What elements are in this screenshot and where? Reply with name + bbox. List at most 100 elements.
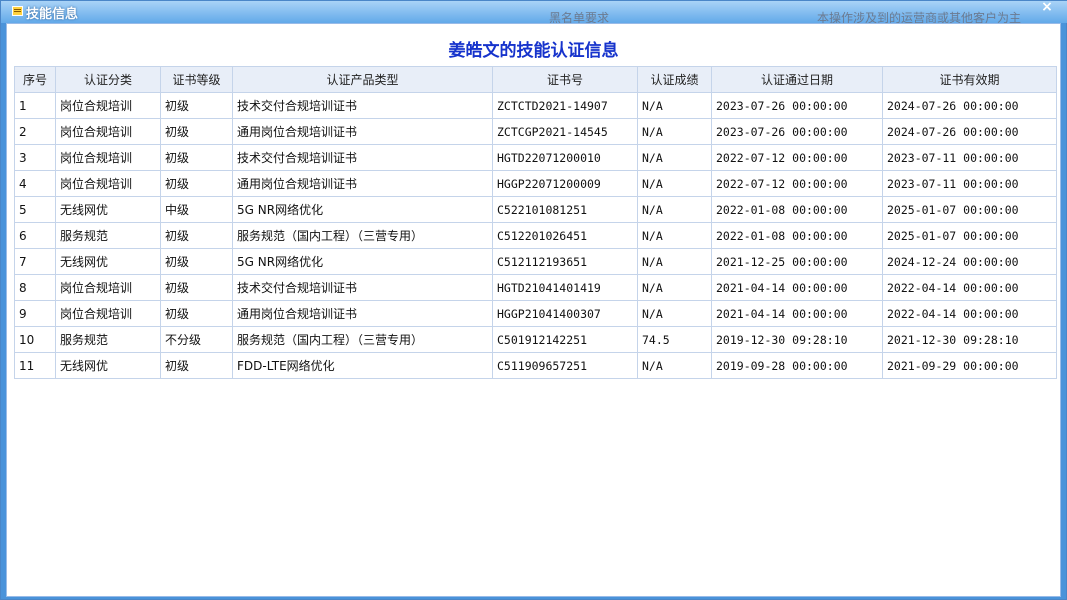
table-cell: 技术交付合规培训证书	[232, 92, 493, 119]
table-row[interactable]: 8 岗位合规培训 初级 技术交付合规培训证书 HGTD21041401419 N/A 202…	[14, 274, 1057, 301]
table-cell: 岗位合规培训	[55, 144, 161, 171]
table-cell: 服务规范	[55, 326, 161, 353]
column-header: 序号	[14, 66, 56, 93]
table-cell: HGTD22071200010	[492, 144, 638, 171]
table-cell: 3	[14, 144, 56, 171]
table-cell: 技术交付合规培训证书	[232, 144, 493, 171]
window-icon	[12, 6, 23, 16]
table-cell: N/A	[637, 222, 712, 249]
table-row[interactable]: 9 岗位合规培训 初级 通用岗位合规培训证书 HGGP21041400307 N/A 202…	[14, 300, 1057, 327]
table-cell: N/A	[637, 92, 712, 119]
table-cell: C512201026451	[492, 222, 638, 249]
table-cell: N/A	[637, 300, 712, 327]
table-cell: FDD-LTE网络优化	[232, 352, 493, 379]
table-cell: 岗位合规培训	[55, 92, 161, 119]
table-cell: C511909657251	[492, 352, 638, 379]
table-cell: 初级	[160, 222, 233, 249]
table-cell: 8	[14, 274, 56, 301]
table-row[interactable]: 7 无线网优 初级 5G NR网络优化 C512112193651 N/A 2021-12-…	[14, 248, 1057, 275]
table-cell: 初级	[160, 352, 233, 379]
table-cell: N/A	[637, 144, 712, 171]
table-cell: HGGP21041400307	[492, 300, 638, 327]
table-cell: 1	[14, 92, 56, 119]
table-cell: 通用岗位合规培训证书	[232, 170, 493, 197]
table-cell: 2023-07-11 00:00:00	[882, 144, 1057, 171]
table-cell: 无线网优	[55, 248, 161, 275]
table-cell: 2023-07-11 00:00:00	[882, 170, 1057, 197]
column-header: 认证通过日期	[711, 66, 883, 93]
table-cell: 2025-01-07 00:00:00	[882, 222, 1057, 249]
table-cell: 6	[14, 222, 56, 249]
table-cell: N/A	[637, 352, 712, 379]
dialog-title: 技能信息	[26, 7, 79, 22]
table-cell: 2022-07-12 00:00:00	[711, 144, 883, 171]
table-row[interactable]: 3 岗位合规培训 初级 技术交付合规培训证书 HGTD22071200010 N/A 202…	[14, 144, 1057, 171]
table-row[interactable]: 5 无线网优 中级 5G NR网络优化 C522101081251 N/A 2022-01-…	[14, 196, 1057, 223]
table-cell: 通用岗位合规培训证书	[232, 300, 493, 327]
table-body: 1 岗位合规培训 初级 技术交付合规培训证书 ZCTCTD2021-14907 N/A 20…	[14, 92, 1057, 379]
table-cell: 2025-01-07 00:00:00	[882, 196, 1057, 223]
table-cell: 4	[14, 170, 56, 197]
certification-table: 序号 认证分类 证书等级 认证产品类型 证书号 认证成绩 认证通过日期 证书有效期 1 岗位合规…	[14, 66, 1057, 379]
table-row[interactable]: 1 岗位合规培训 初级 技术交付合规培训证书 ZCTCTD2021-14907 N/A 20…	[14, 92, 1057, 119]
table-cell: 初级	[160, 300, 233, 327]
table-cell: 2022-01-08 00:00:00	[711, 196, 883, 223]
table-cell: 岗位合规培训	[55, 274, 161, 301]
table-cell: N/A	[637, 274, 712, 301]
table-cell: 岗位合规培训	[55, 118, 161, 145]
table-cell: ZCTCGP2021-14545	[492, 118, 638, 145]
table-cell: N/A	[637, 196, 712, 223]
table-row[interactable]: 2 岗位合规培训 初级 通用岗位合规培训证书 ZCTCGP2021-14545 N/A 20…	[14, 118, 1057, 145]
table-cell: 2021-04-14 00:00:00	[711, 300, 883, 327]
table-cell: N/A	[637, 118, 712, 145]
table-cell: 74.5	[637, 326, 712, 353]
table-cell: 初级	[160, 118, 233, 145]
table-row[interactable]: 11 无线网优 初级 FDD-LTE网络优化 C511909657251 N/A 2019-…	[14, 352, 1057, 379]
table-cell: 2023-07-26 00:00:00	[711, 118, 883, 145]
table-header-row: 序号 认证分类 证书等级 认证产品类型 证书号 认证成绩 认证通过日期 证书有效期	[14, 66, 1057, 93]
column-header: 证书号	[492, 66, 638, 93]
dialog-content: 姜皓文的技能认证信息 序号 认证分类 证书等级 认证产品类型 证书号 认证成绩 认证通过日期…	[6, 23, 1061, 597]
table-cell: 服务规范	[55, 222, 161, 249]
table-cell: 10	[14, 326, 56, 353]
table-cell: C522101081251	[492, 196, 638, 223]
table-cell: 无线网优	[55, 196, 161, 223]
column-header: 认证成绩	[637, 66, 712, 93]
table-cell: 2022-07-12 00:00:00	[711, 170, 883, 197]
table-cell: 2021-12-25 00:00:00	[711, 248, 883, 275]
table-cell: 通用岗位合规培训证书	[232, 118, 493, 145]
table-cell: 岗位合规培训	[55, 300, 161, 327]
table-cell: 初级	[160, 144, 233, 171]
table-cell: C512112193651	[492, 248, 638, 275]
table-cell: 技术交付合规培训证书	[232, 274, 493, 301]
table-cell: 无线网优	[55, 352, 161, 379]
table-cell: 2022-04-14 00:00:00	[882, 300, 1057, 327]
table-cell: N/A	[637, 248, 712, 275]
table-cell: 初级	[160, 170, 233, 197]
table-cell: 2021-09-29 00:00:00	[882, 352, 1057, 379]
table-row[interactable]: 6 服务规范 初级 服务规范（国内工程）（三营专用） C512201026451 N/A 2…	[14, 222, 1057, 249]
table-cell: 2019-12-30 09:28:10	[711, 326, 883, 353]
table-cell: 初级	[160, 248, 233, 275]
table-cell: 2024-07-26 00:00:00	[882, 92, 1057, 119]
column-header: 证书等级	[160, 66, 233, 93]
table-cell: 5	[14, 196, 56, 223]
table-cell: 5G NR网络优化	[232, 196, 493, 223]
table-cell: 2021-04-14 00:00:00	[711, 274, 883, 301]
table-row[interactable]: 10 服务规范 不分级 服务规范（国内工程）（三营专用） C501912142251 74…	[14, 326, 1057, 353]
table-cell: 初级	[160, 274, 233, 301]
table-cell: 9	[14, 300, 56, 327]
close-button[interactable]: ×	[1038, 0, 1056, 15]
dialog-window: 技能信息 × 黑名单要求 本操作涉及到的运营商或其他客户为主 姜皓文的技能认证信…	[0, 0, 1067, 600]
table-cell: 不分级	[160, 326, 233, 353]
table-cell: 初级	[160, 92, 233, 119]
table-cell: 2023-07-26 00:00:00	[711, 92, 883, 119]
table-cell: N/A	[637, 170, 712, 197]
table-cell: C501912142251	[492, 326, 638, 353]
column-header: 证书有效期	[882, 66, 1057, 93]
table-cell: 2022-01-08 00:00:00	[711, 222, 883, 249]
table-cell: 2	[14, 118, 56, 145]
table-cell: 2024-12-24 00:00:00	[882, 248, 1057, 275]
table-row[interactable]: 4 岗位合规培训 初级 通用岗位合规培训证书 HGGP22071200009 N/A 202…	[14, 170, 1057, 197]
table-cell: 中级	[160, 196, 233, 223]
